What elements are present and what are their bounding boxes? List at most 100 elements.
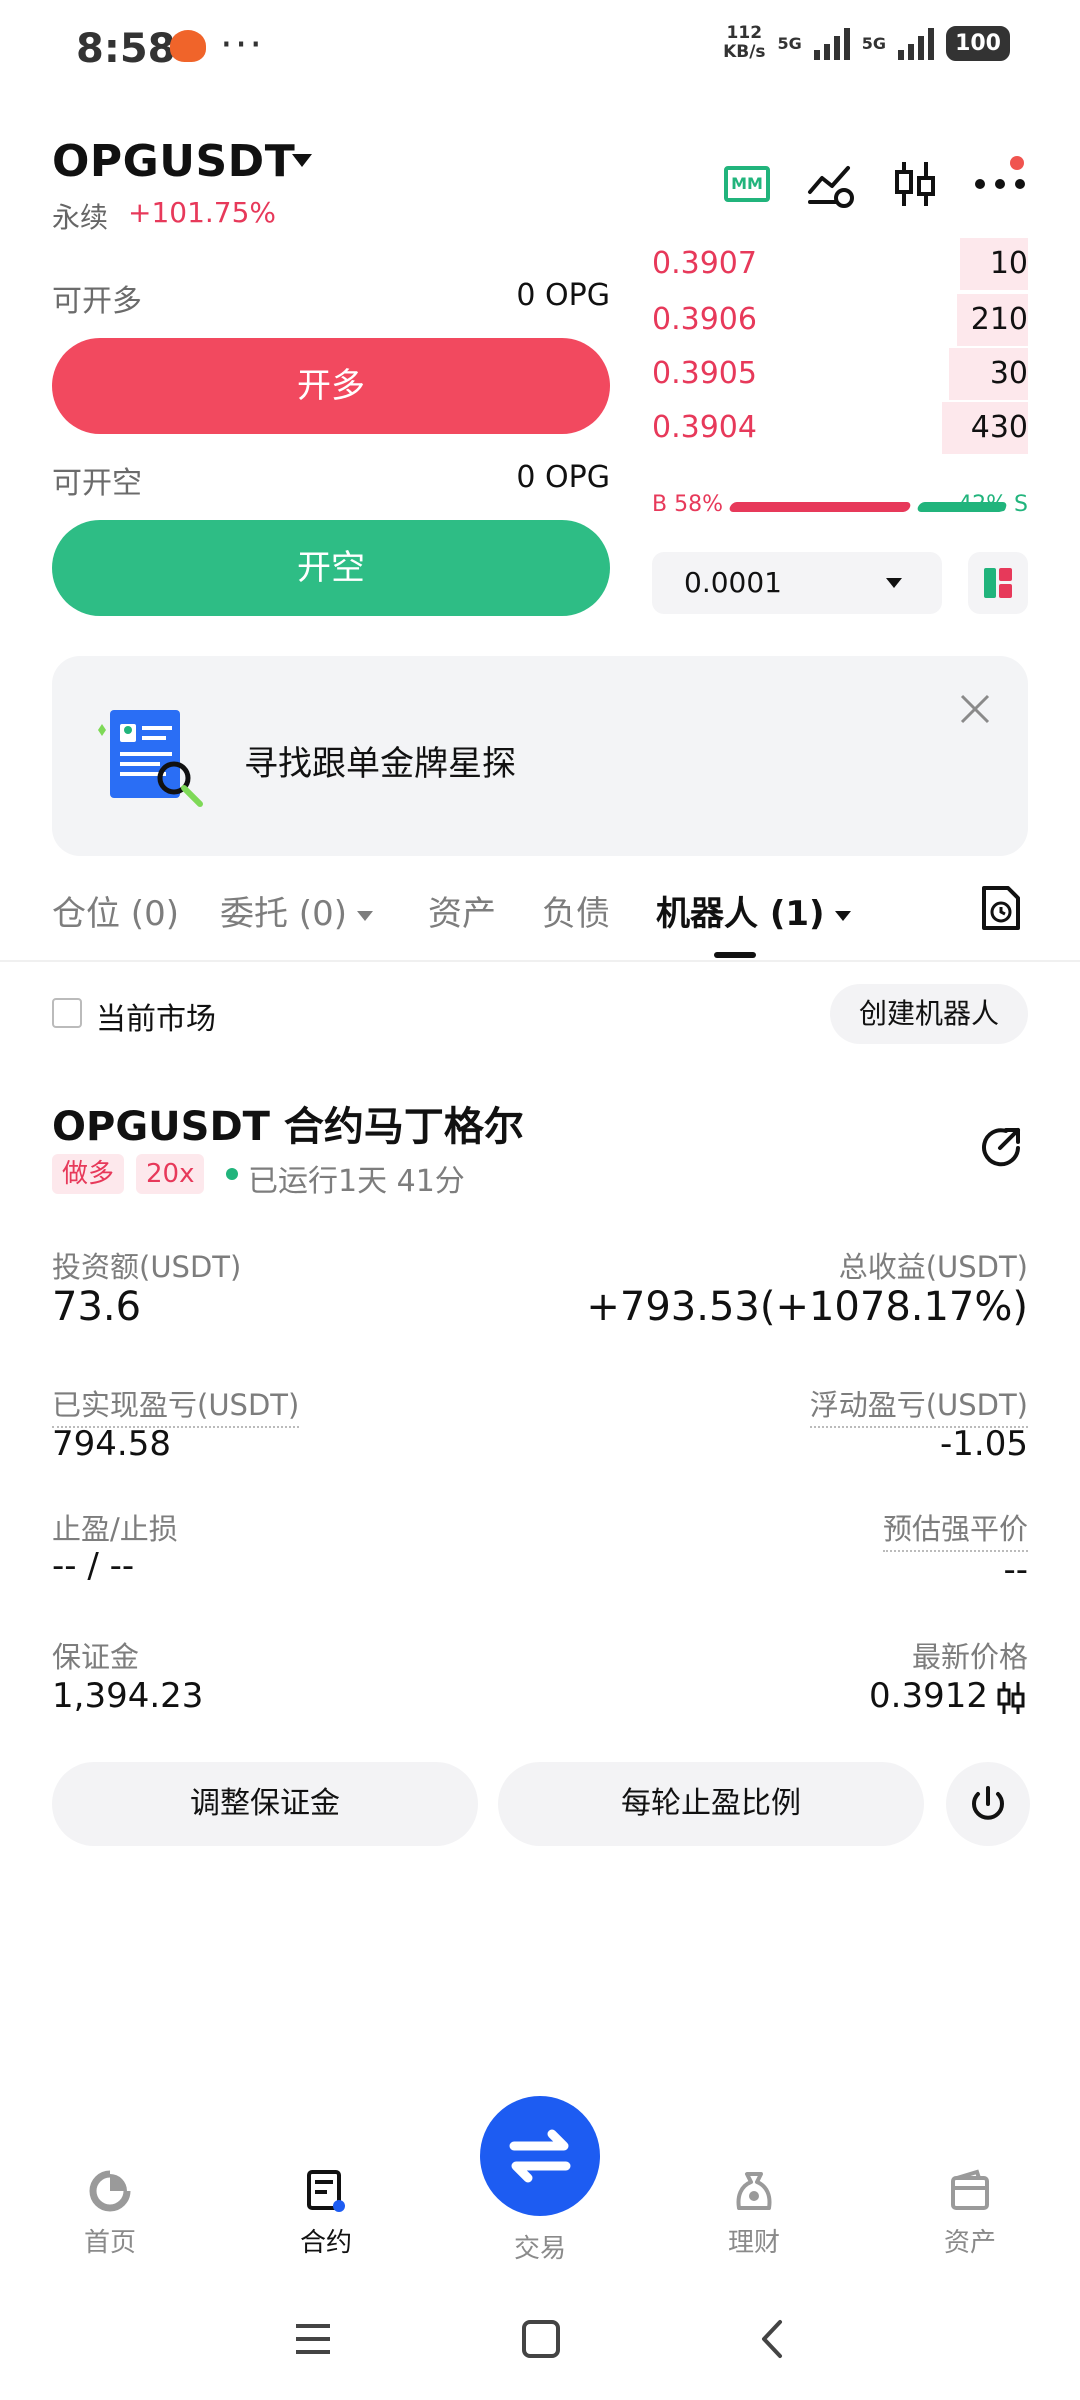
- nav-contract[interactable]: 合约: [266, 2168, 386, 2259]
- ask-qty: 210: [970, 302, 1028, 337]
- margin-value: 1,394.23: [52, 1676, 204, 1716]
- buy-ratio: B 58%: [652, 492, 723, 517]
- current-market-checkbox[interactable]: [52, 998, 82, 1028]
- net-speed: 112 KB/s: [723, 24, 765, 62]
- chevron-down-icon: [886, 578, 902, 588]
- open-short-button[interactable]: 开空: [52, 520, 610, 616]
- liq-price-label[interactable]: 预估强平价: [882, 1506, 1028, 1552]
- nav-home[interactable]: 首页: [50, 2168, 170, 2259]
- leverage-tag: 20x: [136, 1154, 205, 1194]
- running-status-dot: [226, 1168, 238, 1180]
- status-time: 8:58: [76, 26, 176, 72]
- pair-selector[interactable]: OPGUSDT: [52, 136, 295, 187]
- active-tab-indicator: [714, 952, 756, 958]
- signal-icon-2: [898, 26, 935, 60]
- nav-trade-label[interactable]: 交易: [480, 2228, 600, 2265]
- history-icon[interactable]: [980, 884, 1022, 932]
- last-price-value: 0.3912: [869, 1676, 988, 1716]
- home-button-icon[interactable]: [520, 2318, 562, 2360]
- tab-positions[interactable]: 仓位 (0): [52, 886, 179, 935]
- ask-price: 0.3906: [652, 302, 757, 337]
- tick-size-value: 0.0001: [684, 566, 782, 599]
- tab-bots-label: 机器人 (1): [656, 894, 825, 934]
- layout-icon: [984, 568, 1012, 598]
- menu-icon[interactable]: [292, 2318, 334, 2360]
- notification-dot: [1010, 156, 1024, 170]
- more-icon[interactable]: [974, 178, 1026, 190]
- status-more: ···: [220, 22, 265, 68]
- current-market-label[interactable]: 当前市场: [96, 994, 216, 1038]
- long-available-value: 0 OPG: [516, 278, 610, 313]
- money-bag-icon: [736, 2172, 772, 2210]
- sell-ratio: 42% S: [958, 492, 1028, 517]
- nav-assets[interactable]: 资产: [910, 2168, 1030, 2259]
- realized-pnl-label[interactable]: 已实现盈亏(USDT): [52, 1382, 300, 1428]
- tick-size-select[interactable]: 0.0001: [652, 552, 942, 614]
- total-pnl-label: 总收益(USDT): [838, 1250, 1028, 1284]
- short-available-value: 0 OPG: [516, 460, 610, 495]
- orderbook-layout-button[interactable]: [968, 552, 1028, 614]
- trend-alert-icon[interactable]: [806, 162, 856, 208]
- floating-pnl-label[interactable]: 浮动盈亏(USDT): [809, 1382, 1028, 1428]
- total-pnl-value: +793.53(+1078.17%): [586, 1284, 1028, 1330]
- realized-pnl-value: 794.58: [52, 1424, 171, 1464]
- ask-row[interactable]: 0.3904 430: [652, 402, 1028, 454]
- stop-bot-button[interactable]: [946, 1762, 1030, 1846]
- tp-sl-label: 止盈/止损: [52, 1512, 178, 1546]
- tab-orders-label: 委托 (0): [220, 894, 347, 934]
- nav-earn-label: 理财: [727, 2228, 780, 2258]
- home-icon: [89, 2170, 131, 2212]
- running-time: 已运行1天 41分: [248, 1164, 465, 1199]
- ask-price: 0.3905: [652, 356, 757, 391]
- adjust-margin-button[interactable]: 调整保证金: [52, 1762, 478, 1846]
- signal-icon: [813, 26, 850, 60]
- net-speed-value: 112: [726, 23, 763, 43]
- candlestick-icon[interactable]: [892, 158, 938, 210]
- open-long-button[interactable]: 开多: [52, 338, 610, 434]
- margin-label: 保证金: [52, 1640, 140, 1674]
- tp-ratio-button[interactable]: 每轮止盈比例: [498, 1762, 924, 1846]
- app-notification-icon: [170, 30, 206, 62]
- chevron-down-icon[interactable]: [292, 154, 312, 167]
- contract-type: 永续: [52, 201, 109, 234]
- status-indicators: 112 KB/s 5G 5G 100: [723, 24, 1010, 62]
- last-price-label: 最新价格: [911, 1640, 1028, 1674]
- floating-pnl-value: -1.05: [940, 1424, 1028, 1464]
- trade-fab-button[interactable]: [480, 2096, 600, 2216]
- divider: [0, 960, 1080, 962]
- back-icon[interactable]: [752, 2318, 794, 2360]
- bot-title[interactable]: OPGUSDT 合约马丁格尔: [52, 1094, 524, 1152]
- create-bot-button[interactable]: 创建机器人: [830, 984, 1028, 1044]
- tab-bots[interactable]: 机器人 (1): [656, 886, 851, 935]
- buy-sell-ratio: B 58% 42% S: [652, 490, 1028, 520]
- buy-ratio-bar: [728, 502, 912, 512]
- ask-row[interactable]: 0.3906 210: [652, 294, 1028, 346]
- tab-assets[interactable]: 资产: [428, 886, 496, 935]
- ask-row[interactable]: 0.3905 30: [652, 348, 1028, 400]
- ask-price: 0.3907: [652, 246, 757, 281]
- long-available-label: 可开多: [52, 284, 142, 319]
- tp-sl-value: -- / --: [52, 1546, 135, 1586]
- ask-row[interactable]: 0.3907 10: [652, 238, 1028, 290]
- nav-home-label: 首页: [83, 2228, 136, 2258]
- close-icon[interactable]: [958, 692, 992, 726]
- ask-qty: 10: [989, 246, 1028, 281]
- net-speed-unit: KB/s: [723, 42, 766, 62]
- side-tag: 做多: [52, 1154, 125, 1194]
- mm-icon[interactable]: MM: [724, 166, 770, 202]
- share-icon[interactable]: [978, 1124, 1024, 1170]
- document-search-icon: [98, 710, 203, 807]
- sim2-label: 5G: [861, 33, 887, 53]
- power-icon: [972, 1786, 1004, 1820]
- ask-price: 0.3904: [652, 410, 757, 445]
- tab-orders[interactable]: 委托 (0): [220, 886, 373, 935]
- tab-liabilities[interactable]: 负债: [542, 886, 610, 935]
- nav-assets-label: 资产: [943, 2228, 996, 2258]
- short-available-label: 可开空: [52, 466, 142, 501]
- candlestick-icon[interactable]: [996, 1680, 1026, 1716]
- contract-icon: [307, 2170, 345, 2212]
- investment-label: 投资额(USDT): [52, 1250, 242, 1284]
- sim1-label: 5G: [777, 33, 802, 53]
- nav-earn[interactable]: 理财: [694, 2168, 814, 2259]
- liq-price-value: --: [1003, 1550, 1028, 1590]
